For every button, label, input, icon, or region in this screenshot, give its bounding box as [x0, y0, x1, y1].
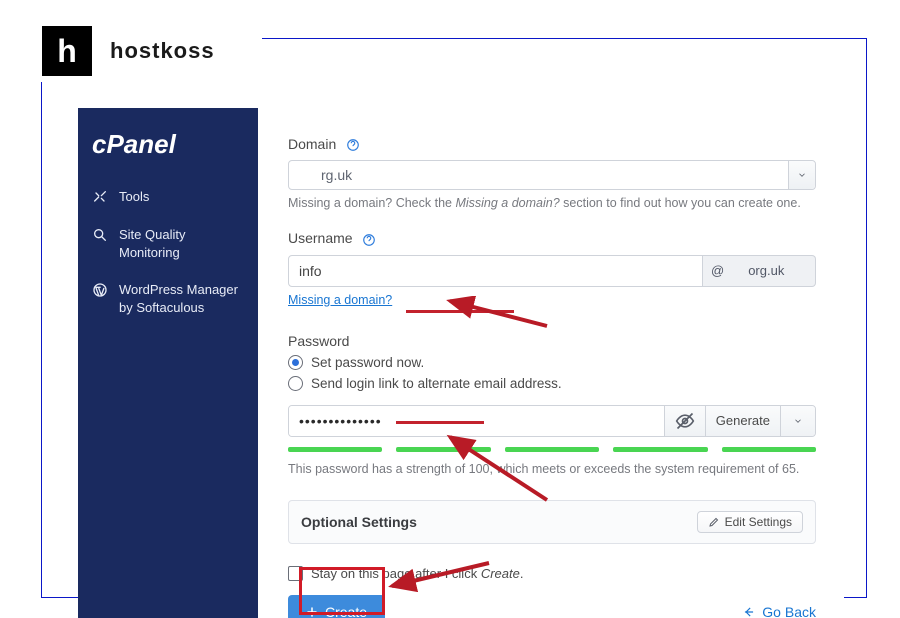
- help-icon[interactable]: [346, 138, 360, 152]
- domain-select-value: rg.uk: [289, 167, 788, 183]
- chevron-down-icon: [788, 161, 815, 189]
- sidebar-item-label: Site Quality Monitoring: [119, 226, 245, 261]
- go-back-link[interactable]: Go Back: [742, 604, 816, 618]
- chevron-down-icon: [793, 416, 803, 426]
- section-title: Optional Settings: [301, 514, 417, 530]
- generate-password-button[interactable]: Generate: [705, 406, 780, 436]
- password-strength-text: This password has a strength of 100, whi…: [288, 462, 816, 476]
- radio-label: Set password now.: [311, 355, 424, 370]
- cpanel-window: cPanel Tools Site Quality Monitoring Wor…: [78, 108, 844, 618]
- pencil-icon: [708, 516, 720, 528]
- domain-select[interactable]: rg.uk: [288, 160, 816, 190]
- plus-icon: [306, 606, 318, 618]
- checkbox-label: Stay on this page after I click Create.: [311, 566, 523, 581]
- optional-settings-section: Optional Settings Edit Settings: [288, 500, 816, 544]
- username-label: Username: [288, 230, 816, 246]
- username-row: @ org.uk: [288, 255, 816, 287]
- domain-label: Domain: [288, 136, 816, 152]
- domain-hint: Missing a domain? Check the Missing a do…: [288, 196, 816, 210]
- username-domain-addon: @ org.uk: [703, 255, 816, 287]
- username-input[interactable]: [288, 255, 703, 287]
- radio-icon: [288, 355, 303, 370]
- radio-label: Send login link to alternate email addre…: [311, 376, 562, 391]
- arrow-left-icon: [742, 605, 756, 618]
- sidebar: cPanel Tools Site Quality Monitoring Wor…: [78, 108, 258, 618]
- brand-bar: h hostkoss: [30, 20, 262, 82]
- password-input[interactable]: [289, 406, 664, 436]
- sidebar-item-wordpress[interactable]: WordPress Manager by Softaculous: [78, 271, 258, 326]
- create-button[interactable]: Create: [288, 595, 385, 618]
- eye-off-icon: [675, 411, 695, 431]
- sidebar-item-label: WordPress Manager by Softaculous: [119, 281, 245, 316]
- generate-dropdown-button[interactable]: [780, 406, 815, 436]
- missing-domain-link[interactable]: Missing a domain?: [288, 293, 392, 307]
- sidebar-item-site-quality[interactable]: Site Quality Monitoring: [78, 216, 258, 271]
- radio-send-link[interactable]: Send login link to alternate email addre…: [288, 376, 816, 391]
- main-panel: Domain rg.uk Missing a domain? Check the…: [258, 108, 844, 618]
- sidebar-item-label: Tools: [119, 188, 149, 206]
- wordpress-icon: [91, 281, 109, 299]
- form-footer: Create Go Back: [288, 595, 816, 618]
- tools-icon: [91, 188, 109, 206]
- stay-on-page-checkbox[interactable]: Stay on this page after I click Create.: [288, 566, 816, 581]
- checkbox-icon: [288, 566, 303, 581]
- brand-logo: h: [42, 26, 92, 76]
- password-label: Password: [288, 333, 816, 349]
- edit-settings-button[interactable]: Edit Settings: [697, 511, 803, 533]
- radio-set-now[interactable]: Set password now.: [288, 355, 816, 370]
- password-row: Generate: [288, 405, 816, 437]
- radio-icon: [288, 376, 303, 391]
- sidebar-item-tools[interactable]: Tools: [78, 178, 258, 216]
- toggle-visibility-button[interactable]: [664, 406, 705, 436]
- help-icon[interactable]: [362, 233, 376, 247]
- cpanel-logo: cPanel: [78, 123, 258, 178]
- brand-name: hostkoss: [110, 38, 215, 64]
- password-strength-bar: [288, 447, 816, 452]
- magnifier-icon: [91, 226, 109, 244]
